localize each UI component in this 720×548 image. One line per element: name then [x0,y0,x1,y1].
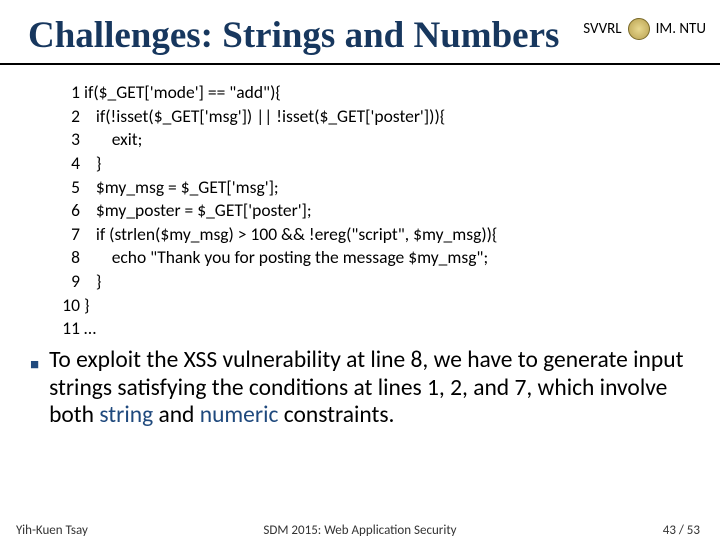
ntu-logo-icon [628,18,650,40]
header-right: SVVRL IM. NTU [583,18,706,40]
code-line: 7 if (strlen($my_msg) > 100 && !ereg("sc… [56,223,670,247]
org-right: IM. NTU [656,20,706,38]
code-line: 11… [56,317,670,341]
bullet-icon: ■ [30,356,39,374]
code-line: 2 if(!isset($_GET['msg']) || !isset($_GE… [56,105,670,129]
body-paragraph: ■ To exploit the XSS vulnerability at li… [30,347,696,430]
code-line: 3 exit; [56,128,670,152]
paragraph-text: To exploit the XSS vulnerability at line… [49,347,696,430]
code-line: 6 $my_poster = $_GET['poster']; [56,199,670,223]
code-line: 10} [56,294,670,318]
code-line: 9 } [56,270,670,294]
highlight-string: string [99,401,153,429]
code-line: 4 } [56,152,670,176]
code-block: 1if($_GET['mode'] == "add"){ 2 if(!isset… [56,81,670,341]
org-left: SVVRL [583,20,621,38]
footer-venue: SDM 2015: Web Application Security [0,523,720,538]
footer: Yih-Kuen Tsay SDM 2015: Web Application … [0,523,720,538]
code-line: 5 $my_msg = $_GET['msg']; [56,176,670,200]
highlight-numeric: numeric [200,401,279,429]
code-line: 1if($_GET['mode'] == "add"){ [56,81,670,105]
code-line: 8 echo "Thank you for posting the messag… [56,246,670,270]
